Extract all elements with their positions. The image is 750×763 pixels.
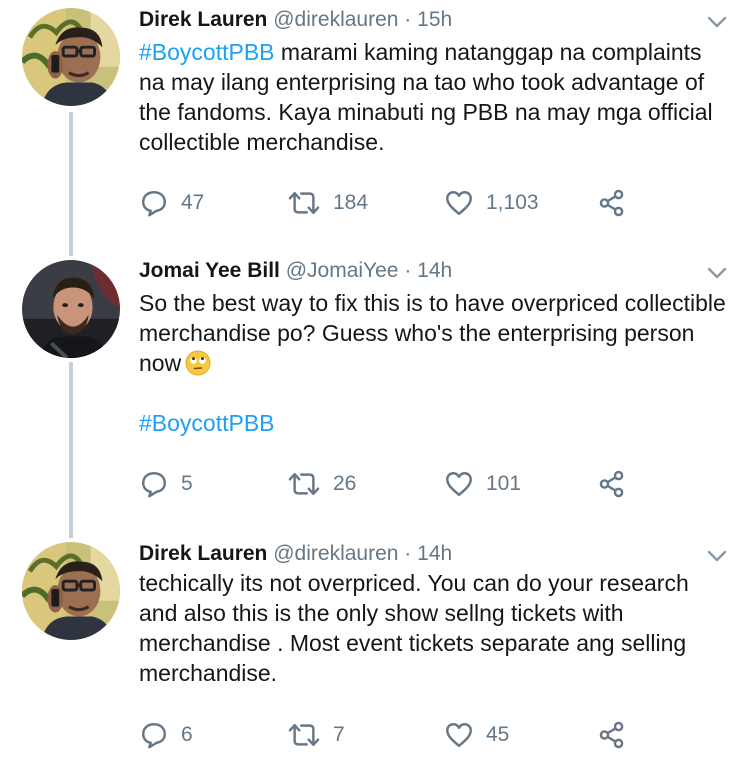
user-handle[interactable]: @direklauren: [273, 8, 398, 31]
share-icon: [597, 720, 627, 750]
like-icon: [444, 188, 474, 218]
action-bar: 5 26 101: [139, 468, 699, 500]
timestamp[interactable]: 14h: [417, 259, 452, 282]
retweet-button[interactable]: 7: [287, 719, 345, 751]
retweet-count: 26: [333, 472, 357, 495]
hashtag-link[interactable]: #BoycottPBB: [139, 39, 275, 65]
display-name[interactable]: Jomai Yee Bill: [139, 259, 280, 282]
like-button[interactable]: 45: [444, 719, 509, 751]
reply-button[interactable]: 47: [139, 187, 204, 219]
tweet-text-content: So the best way to fix this is to have o…: [139, 290, 726, 376]
avatar[interactable]: [22, 542, 120, 640]
reply-button[interactable]: 5: [139, 468, 193, 500]
share-button[interactable]: [597, 719, 627, 751]
reply-icon: [139, 188, 169, 218]
chevron-down-icon[interactable]: [706, 14, 728, 30]
tweet-text: techically its not overpriced. You can d…: [139, 568, 729, 688]
share-icon: [597, 469, 627, 499]
display-name[interactable]: Direk Lauren: [139, 8, 267, 31]
like-icon: [444, 469, 474, 499]
reply-icon: [139, 720, 169, 750]
retweet-count: 184: [333, 191, 369, 214]
retweet-button[interactable]: 184: [287, 187, 368, 219]
reply-count: 47: [181, 191, 205, 214]
separator: ·: [404, 542, 412, 565]
avatar[interactable]: [22, 8, 120, 106]
tweet[interactable]: Direk Lauren @direklauren · 14h techical…: [0, 534, 750, 763]
like-icon: [444, 720, 474, 750]
tweet-header: Direk Lauren @direklauren · 15h: [139, 6, 452, 34]
share-icon: [597, 188, 627, 218]
reply-count: 5: [181, 472, 193, 495]
like-button[interactable]: 1,103: [444, 187, 539, 219]
like-count: 45: [486, 723, 510, 746]
tweet-header: Jomai Yee Bill @JomaiYee · 14h: [139, 257, 452, 285]
separator: ·: [404, 8, 412, 31]
retweet-icon: [287, 469, 321, 499]
user-handle[interactable]: @JomaiYee: [286, 259, 399, 282]
hashtag-link[interactable]: #BoycottPBB: [139, 410, 275, 436]
separator: ·: [404, 259, 412, 282]
like-count: 101: [486, 472, 522, 495]
reply-button[interactable]: 6: [139, 719, 193, 751]
like-count: 1,103: [486, 191, 539, 214]
tweet-text: So the best way to fix this is to have o…: [139, 288, 729, 438]
reply-count: 6: [181, 723, 193, 746]
action-bar: 47 184 1,103: [139, 187, 699, 219]
action-bar: 6 7 45: [139, 719, 699, 751]
retweet-button[interactable]: 26: [287, 468, 356, 500]
tweet-header: Direk Lauren @direklauren · 14h: [139, 540, 452, 568]
timestamp[interactable]: 14h: [417, 542, 452, 565]
reply-icon: [139, 469, 169, 499]
user-handle[interactable]: @direklauren: [273, 542, 398, 565]
like-button[interactable]: 101: [444, 468, 521, 500]
avatar[interactable]: [22, 260, 120, 358]
retweet-icon: [287, 188, 321, 218]
chevron-down-icon[interactable]: [706, 548, 728, 564]
retweet-count: 7: [333, 723, 345, 746]
tweet[interactable]: Jomai Yee Bill @JomaiYee · 14h So the be…: [0, 251, 750, 534]
tweet-thread: Direk Lauren @direklauren · 15h #Boycott…: [0, 0, 750, 763]
display-name[interactable]: Direk Lauren: [139, 542, 267, 565]
chevron-down-icon[interactable]: [706, 265, 728, 281]
share-button[interactable]: [597, 468, 627, 500]
tweet[interactable]: Direk Lauren @direklauren · 15h #Boycott…: [0, 0, 750, 251]
tweet-text-content: techically its not overpriced. You can d…: [139, 570, 689, 686]
retweet-icon: [287, 720, 321, 750]
rolling-eyes-emoji-icon: [185, 350, 211, 376]
timestamp[interactable]: 15h: [417, 8, 452, 31]
share-button[interactable]: [597, 187, 627, 219]
tweet-text: #BoycottPBB marami kaming natanggap na c…: [139, 37, 729, 157]
